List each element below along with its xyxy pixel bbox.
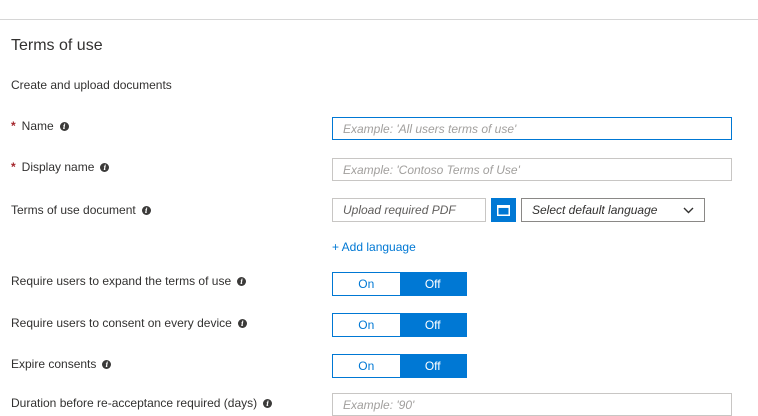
display-name-input[interactable] [332,158,732,181]
chevron-down-icon [683,207,694,213]
duration-input[interactable] [332,393,732,416]
consent-device-label-row: Require users to consent on every device… [11,316,247,330]
name-label-row: * Name i [11,119,69,133]
browse-file-button[interactable] [491,198,516,222]
required-asterisk: * [11,160,16,174]
default-language-select[interactable]: Select default language [521,198,705,222]
toggle-on-option[interactable]: On [333,314,400,336]
document-label: Terms of use document [11,203,136,217]
toggle-on-option[interactable]: On [333,273,400,295]
duration-label: Duration before re-acceptance required (… [11,396,258,410]
info-icon[interactable]: i [237,318,247,328]
toggle-on-option[interactable]: On [333,355,400,377]
folder-icon [497,204,510,216]
document-label-row: Terms of use document i [11,203,151,217]
expire-consents-label-row: Expire consents i [11,357,112,371]
add-language-link[interactable]: + Add language [332,240,416,254]
info-icon[interactable]: i [141,205,151,215]
expire-consents-toggle[interactable]: On Off [332,354,467,378]
info-icon[interactable]: i [102,359,112,369]
required-asterisk: * [11,119,16,133]
info-icon[interactable]: i [59,121,69,131]
expand-label-row: Require users to expand the terms of use… [11,274,247,288]
toggle-off-option[interactable]: Off [399,273,466,295]
info-icon[interactable]: i [263,398,273,408]
display-name-label-row: * Display name i [11,160,110,174]
expand-label: Require users to expand the terms of use [11,274,232,288]
top-divider [0,19,758,20]
expire-consents-label: Expire consents [11,357,97,371]
info-icon[interactable]: i [100,162,110,172]
name-input[interactable] [332,117,732,140]
upload-pdf-input[interactable] [332,198,486,222]
consent-device-toggle[interactable]: On Off [332,313,467,337]
info-icon[interactable]: i [237,276,247,286]
expand-toggle[interactable]: On Off [332,272,467,296]
section-subtitle: Create and upload documents [11,78,172,92]
duration-label-row: Duration before re-acceptance required (… [11,396,273,410]
consent-device-label: Require users to consent on every device [11,316,232,330]
page-title: Terms of use [11,37,103,54]
toggle-off-option[interactable]: Off [399,314,466,336]
name-label: Name [21,119,54,133]
display-name-label: Display name [21,160,95,174]
default-language-value: Select default language [532,203,658,217]
toggle-off-option[interactable]: Off [399,355,466,377]
